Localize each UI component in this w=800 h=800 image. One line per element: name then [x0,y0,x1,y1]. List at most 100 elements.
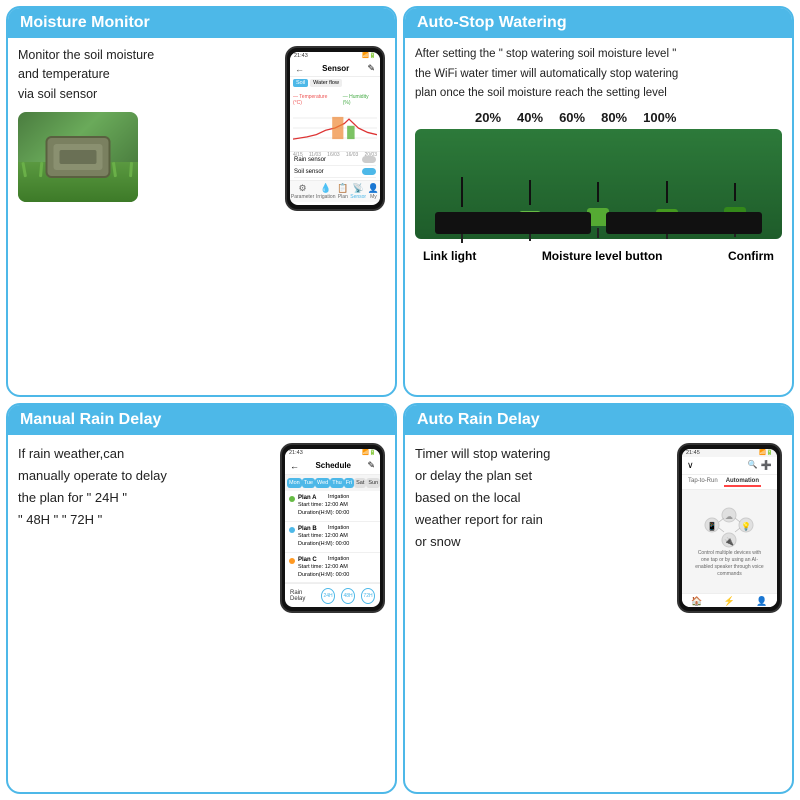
plan-c-start: Start time: 12:00 AM [298,564,349,572]
manual-rain-title-bar: Manual Rain Delay [8,405,395,435]
nav-plan[interactable]: 📋 Plan [337,183,348,200]
svg-text:📱: 📱 [707,521,717,531]
schedule-edit[interactable]: ✎ [367,460,375,471]
auto-stop-card: Auto-Stop Watering After setting the " s… [403,6,794,397]
auto-header: ∨ 🔍 ➕ [682,457,777,475]
date-1: 4/15 [293,152,303,158]
manual-rain-text: If rain weather,can manually operate to … [18,443,272,613]
soil-tab[interactable]: Soil [293,79,308,87]
manual-rain-title: Manual Rain Delay [20,411,383,429]
schedule-status-bar: 21:43 📶🔋 [285,449,380,457]
chart-legend-temp: — Temperature (°C) [293,94,337,106]
day-thu[interactable]: Thu [330,478,343,488]
pin-stem-3 [597,182,599,202]
plan-a-dot [289,496,295,502]
blade-2 [39,162,43,177]
auto-illustration: 📱 ☁ 💡 🔌 [702,505,757,550]
day-sat[interactable]: Sat [354,478,366,488]
auto-screen: 21:45 📶🔋 ∨ 🔍 ➕ Tap-to-Run Automation [682,449,777,607]
nav-parameter-label: Parameter [291,194,314,200]
manual-rain-desc: If rain weather,can manually operate to … [18,443,272,531]
nav-parameter[interactable]: ⚙ Parameter [291,183,314,200]
back-arrow[interactable]: ← [295,64,304,74]
sensor-time: 21:43 [294,53,308,59]
delay-24h[interactable]: 24H [321,588,335,604]
blade-1 [21,162,27,177]
day-tue[interactable]: Tue [302,478,315,488]
pin-stem-1 [461,177,463,207]
pin-stem-5 [734,183,736,201]
auto-chevron[interactable]: ∨ [687,460,694,471]
tab-automation[interactable]: Automation [724,477,761,487]
date-3: 16/03 [327,152,340,158]
schedule-time: 21:43 [289,450,303,456]
confirm-label: Confirm [728,249,774,263]
plan-a-name: Plan A [298,494,316,502]
waterflow-tab[interactable]: Water flow [310,79,342,87]
plan-a-duration: Duration(H:M): 00:00 [298,510,349,518]
sensor-screen-title: Sensor [304,64,367,73]
delay-72h[interactable]: 72H [361,588,375,604]
chart-labels: 4/15 11/03 16/03 16/03 20/03 [293,152,377,158]
days-row: Mon Tue Wed Thu Fri Sat Sun [285,475,380,491]
chart-legend-humidity: — Humidity (%) [343,94,377,106]
level-60: 60% [559,110,585,125]
sensor-device [46,136,111,178]
plus-icon[interactable]: ➕ [761,460,772,471]
nav-irrigation[interactable]: 💧 Irrigation [316,183,335,200]
svg-text:💡: 💡 [741,521,751,531]
moisture-monitor-card: Moisture Monitor Monitor the soil moistu… [6,6,397,397]
rain-delay-row: Rain Delay 24H 48H 72H [285,583,380,607]
chart-area: — Temperature (°C) — Humidity (%) [290,91,380,151]
auto-nav-profile[interactable]: 👤 Profile [755,596,769,607]
nav-sensor-label: Sensor [350,194,366,200]
soil-sensor-toggle[interactable] [362,168,376,175]
edit-icon[interactable]: ✎ [367,63,375,74]
date-4: 16/03 [346,152,359,158]
sensor-bar-container [415,129,782,239]
slots-row [435,212,762,234]
link-light-label: Link light [423,249,476,263]
auto-stop-title: Auto-Stop Watering [417,14,780,32]
pin-stem-4 [666,181,668,203]
day-mon[interactable]: Mon [287,478,302,488]
schedule-title: Schedule [315,461,351,470]
sensor-image [18,112,138,202]
blade-7 [112,162,117,177]
plan-b-duration: Duration(H:M): 00:00 [298,541,349,549]
plan-b-name: Plan B [298,525,317,533]
plan-a-item: Plan A Irrigation Start time: 12:00 AM D… [285,491,380,522]
auto-stop-desc1: After setting the " stop watering soil m… [415,46,782,64]
auto-nav-discovery[interactable]: ⚡ Discover [719,596,738,607]
nav-my[interactable]: 👤 My [368,183,379,200]
tab-tap-to-run[interactable]: Tap-to-Run [686,477,720,487]
search-icon[interactable]: 🔍 [748,460,758,471]
auto-time: 21:45 [686,450,700,456]
schedule-back[interactable]: ← [290,461,299,471]
slot-right [606,212,762,234]
sensor-bar-image [415,129,782,239]
schedule-header: ← Schedule ✎ [285,457,380,475]
level-100: 100% [643,110,676,125]
moisture-title: Moisture Monitor [20,14,383,32]
pin-stem-2 [529,180,531,205]
day-sun[interactable]: Sun [366,478,380,488]
plan-c-info: Plan C Irrigation Start time: 12:00 AM D… [298,556,349,580]
sensor-phone-header: ← Sensor ✎ [290,60,380,77]
level-80: 80% [601,110,627,125]
plan-c-dot [289,558,295,564]
schedule-signal: 📶🔋 [362,450,376,456]
plan-c-name: Plan C [298,556,317,564]
auto-stop-desc3: plan once the soil moisture reach the se… [415,85,782,103]
day-wed[interactable]: Wed [315,478,330,488]
plan-a-type: Irrigation [328,494,349,502]
delay-48h[interactable]: 48H [341,588,355,604]
nav-sensor[interactable]: 📡 Sensor [350,183,366,200]
plan-b-start: Start time: 12:00 AM [298,533,349,541]
schedule-phone-mock: 21:43 📶🔋 ← Schedule ✎ Mon Tue Wed Thu Fr… [280,443,385,613]
sensor-phone-screen: 21:43 📶🔋 ← Sensor ✎ Soil Water flow [290,52,380,205]
sensor-icon: 📡 [350,183,366,194]
nav-irrigation-label: Irrigation [316,194,335,200]
day-fri[interactable]: Fri [344,478,354,488]
auto-nav-home[interactable]: 🏠 Home [690,596,703,607]
